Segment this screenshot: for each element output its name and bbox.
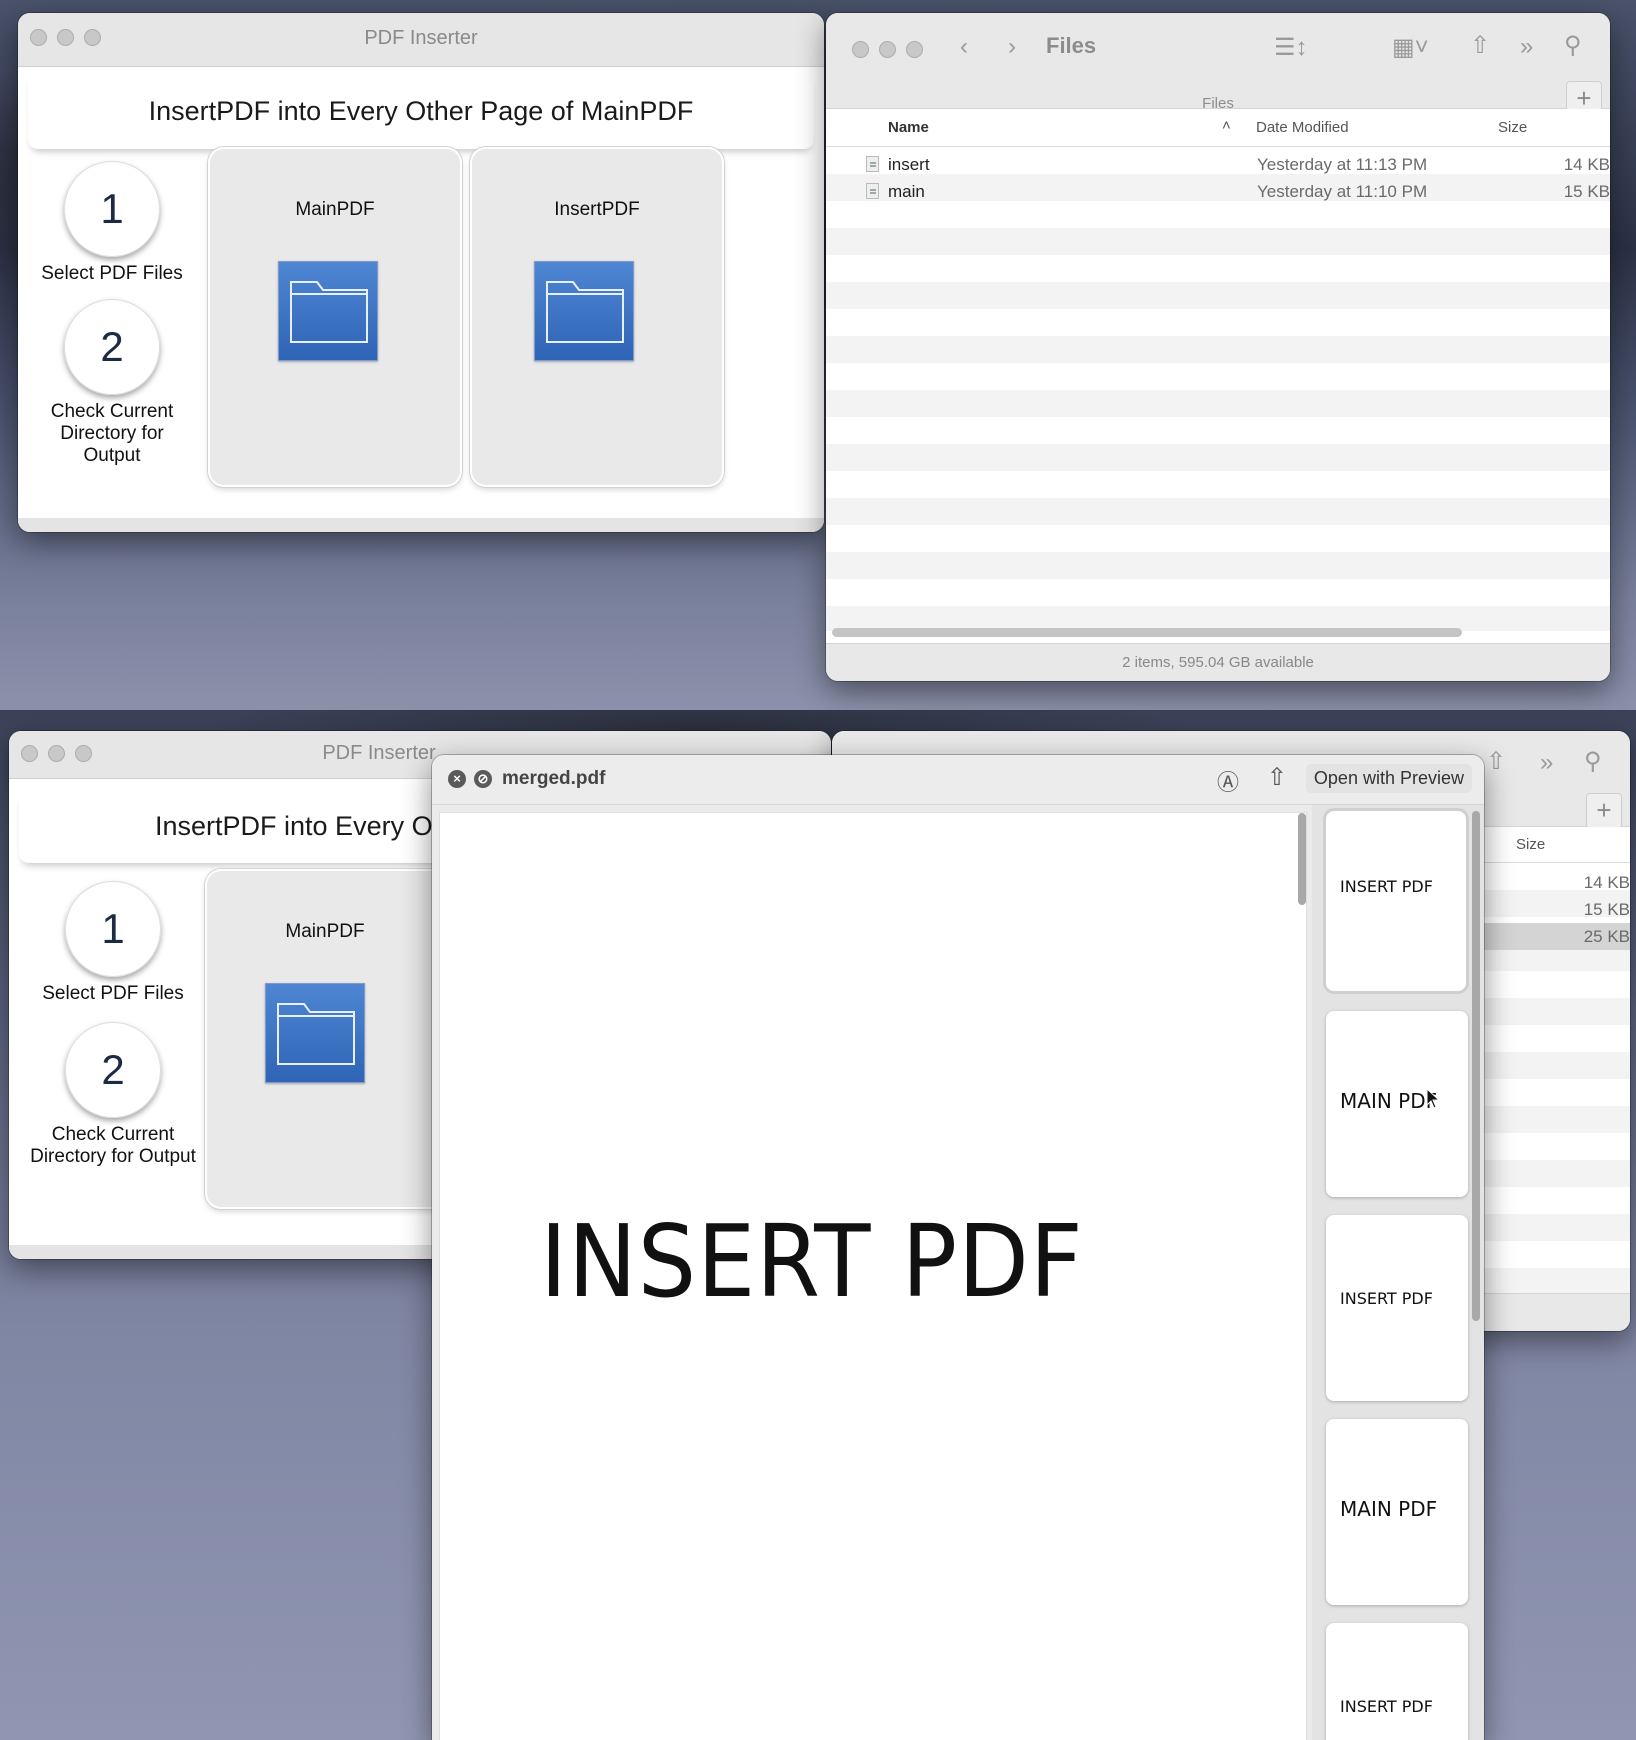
insertpdf-label: InsertPDF	[554, 199, 640, 220]
mainpdf-label: MainPDF	[285, 921, 365, 942]
step-1: 1 Select PDF Files	[32, 161, 192, 285]
horizontal-scrollbar[interactable]	[832, 628, 1462, 637]
step-1: 1 Select PDF Files	[23, 881, 203, 1005]
mainpdf-drop-zone[interactable]: MainPDF	[208, 147, 462, 487]
finder-toolbar: ‹ › Files ☰↕ ▦˅ ⇧ » ⚲ Files +	[826, 13, 1610, 117]
file-row[interactable]: main Yesterday at 11:10 PM 15 KB	[826, 178, 1610, 205]
date-column-header[interactable]: Date Modified	[1256, 119, 1349, 136]
minimize-button[interactable]	[879, 41, 896, 58]
page-thumbnail[interactable]: MAIN PDF	[1326, 1011, 1468, 1197]
column-headers: Name ˄ Date Modified Size	[826, 109, 1610, 147]
markup-icon[interactable]: Ⓐ	[1217, 765, 1239, 797]
search-icon[interactable]: ⚲	[1584, 747, 1602, 776]
more-icon[interactable]: »	[1540, 749, 1553, 777]
step-1-label: Select PDF Files	[41, 263, 183, 284]
page-thumbnail[interactable]: MAIN PDF	[1326, 1419, 1468, 1605]
finder-title: Files	[1046, 33, 1097, 58]
pdf-file-icon	[866, 183, 879, 199]
finder-window: ‹ › Files ☰↕ ▦˅ ⇧ » ⚲ Files + Name ˄ Dat…	[826, 13, 1610, 681]
close-icon[interactable]: ×	[448, 770, 466, 788]
mouse-cursor-icon	[1426, 1088, 1440, 1109]
title-bar: PDF Inserter	[18, 13, 824, 67]
window-title: PDF Inserter	[364, 27, 478, 49]
bottom-desktop: PDF Inserter InsertPDF into Every Ot 1 S…	[0, 710, 1636, 1740]
thumbnail-label: INSERT PDF	[1340, 1697, 1433, 1716]
step-2-number: 2	[64, 299, 160, 395]
back-icon[interactable]: ‹	[960, 33, 968, 61]
thumbnail-label: MAIN PDF	[1340, 1089, 1438, 1113]
search-icon[interactable]: ⚲	[1564, 31, 1582, 60]
file-row[interactable]: insert Yesterday at 11:13 PM 14 KB	[826, 151, 1610, 178]
step-2-label: Check Current Directory for Output	[50, 401, 174, 466]
file-size: 14 KB	[1583, 873, 1630, 892]
window-footer	[18, 518, 824, 532]
pdf-inserter-window: PDF Inserter InsertPDF into Every Other …	[18, 13, 824, 532]
step-1-number: 1	[65, 881, 161, 977]
thumbnail-label: MAIN PDF	[1340, 1497, 1438, 1521]
step-2-number: 2	[65, 1022, 161, 1118]
file-name: main	[888, 182, 925, 201]
app-header: InsertPDF into Every Other Page of MainP…	[28, 73, 814, 149]
page-scrollbar[interactable]	[1298, 813, 1306, 905]
size-column-header[interactable]: Size	[1516, 836, 1545, 853]
pdf-page: INSERT PDF	[440, 813, 1306, 1740]
step-2-label: Check Current Directory for Output	[30, 1124, 196, 1167]
step-1-number: 1	[64, 161, 160, 257]
page-text: INSERT PDF	[540, 1203, 1084, 1320]
status-bar: 2 items, 595.04 GB available	[826, 643, 1610, 681]
sort-chevron-icon[interactable]: ˄	[1222, 117, 1231, 134]
page-thumbnail[interactable]: INSERT PDF	[1326, 811, 1466, 991]
name-column-header[interactable]: Name	[888, 119, 929, 136]
insertpdf-drop-zone[interactable]: InsertPDF	[470, 147, 724, 487]
file-list: insert Yesterday at 11:13 PM 14 KB main …	[826, 147, 1610, 631]
file-size: 15 KB	[1583, 900, 1630, 919]
close-button[interactable]	[852, 41, 869, 58]
mainpdf-folder-icon[interactable]	[278, 261, 378, 361]
mainpdf-folder-icon[interactable]	[265, 983, 365, 1083]
list-view-icon[interactable]: ☰↕	[1274, 33, 1308, 62]
group-icon[interactable]: ▦˅	[1392, 33, 1429, 62]
share-icon[interactable]: ⇧	[1486, 747, 1506, 776]
zoom-button[interactable]	[906, 41, 923, 58]
fullscreen-icon[interactable]: ⊘	[474, 770, 492, 788]
page-thumbnail[interactable]: INSERT PDF	[1326, 1623, 1468, 1740]
size-column-header[interactable]: Size	[1498, 119, 1527, 136]
file-size: 14 KB	[1563, 155, 1610, 174]
thumbnail-sidebar: INSERT PDF MAIN PDF INSERT PDF MAIN PDF …	[1312, 805, 1484, 1740]
open-with-preview-button[interactable]: Open with Preview	[1305, 764, 1472, 793]
quicklook-toolbar: × ⊘ merged.pdf Ⓐ ⇧ Open with Preview	[432, 755, 1484, 805]
quicklook-window: × ⊘ merged.pdf Ⓐ ⇧ Open with Preview INS…	[432, 755, 1484, 1740]
mainpdf-label: MainPDF	[295, 199, 375, 220]
step-2: 2 Check Current Directory for Output	[32, 299, 192, 467]
file-date: Yesterday at 11:13 PM	[1257, 155, 1428, 174]
share-icon[interactable]: ⇧	[1470, 31, 1490, 60]
top-desktop: PDF Inserter InsertPDF into Every Other …	[0, 0, 1636, 710]
pdf-file-icon	[866, 156, 879, 172]
thumbnail-scrollbar[interactable]	[1472, 811, 1480, 1321]
step-2: 2 Check Current Directory for Output	[23, 1022, 203, 1168]
thumbnail-label: INSERT PDF	[1340, 877, 1433, 896]
file-date: Yesterday at 11:10 PM	[1257, 182, 1428, 201]
file-size: 15 KB	[1563, 182, 1610, 201]
page-thumbnail[interactable]: INSERT PDF	[1326, 1215, 1468, 1401]
thumbnail-label: INSERT PDF	[1340, 1289, 1433, 1308]
more-icon[interactable]: »	[1520, 33, 1533, 61]
file-name: insert	[888, 155, 930, 174]
file-title: merged.pdf	[502, 768, 606, 789]
step-1-label: Select PDF Files	[42, 983, 184, 1004]
insertpdf-folder-icon[interactable]	[534, 261, 634, 361]
forward-icon[interactable]: ›	[1008, 33, 1016, 61]
file-size: 25 KB	[1583, 927, 1630, 946]
add-tab-button[interactable]: +	[1586, 793, 1622, 829]
share-icon[interactable]: ⇧	[1267, 763, 1287, 792]
